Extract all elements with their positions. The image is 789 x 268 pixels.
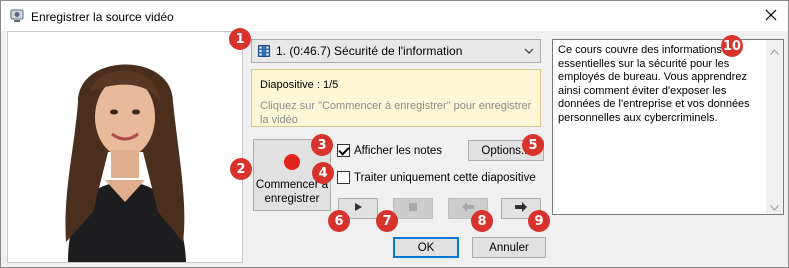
callout-badge-8: 8 xyxy=(471,210,493,232)
record-icon xyxy=(284,154,300,170)
callout-badge-6: 6 xyxy=(328,210,350,232)
callout-badge-3: 3 xyxy=(311,134,333,156)
stop-button[interactable] xyxy=(393,198,433,219)
play-icon xyxy=(353,202,363,215)
ok-button[interactable]: OK xyxy=(393,237,459,258)
webcam-icon xyxy=(9,8,25,24)
this-slide-only-check[interactable] xyxy=(337,171,350,184)
arrow-left-icon xyxy=(462,202,474,215)
show-notes-check[interactable] xyxy=(337,144,350,157)
arrow-right-icon xyxy=(515,202,527,215)
record-video-dialog: Enregistrer la source vidéo 1. (0:46.7) … xyxy=(0,0,789,268)
this-slide-only-checkbox[interactable]: Traiter uniquement cette diapositive xyxy=(337,171,536,184)
callout-badge-5: 5 xyxy=(522,134,544,156)
close-icon xyxy=(765,9,777,24)
slide-counter: Diapositive : 1/5 xyxy=(260,79,339,91)
window-title: Enregistrer la source vidéo xyxy=(31,10,174,24)
scroll-down-icon[interactable] xyxy=(770,202,779,211)
slide-dropdown[interactable]: 1. (0:46.7) Sécurité de l'information xyxy=(251,39,541,63)
cancel-button-label: Annuler xyxy=(489,241,529,254)
notes-scrollbar[interactable] xyxy=(766,40,783,214)
film-strip-icon xyxy=(258,45,270,57)
callout-badge-10: 10 xyxy=(721,35,743,57)
callout-badge-9: 9 xyxy=(528,210,550,232)
show-notes-checkbox[interactable]: Afficher les notes xyxy=(337,144,442,157)
presenter-image xyxy=(8,32,242,262)
chevron-down-icon xyxy=(524,46,534,56)
slide-dropdown-value: 1. (0:46.7) Sécurité de l'information xyxy=(276,44,463,58)
show-notes-label: Afficher les notes xyxy=(354,144,443,157)
cancel-button[interactable]: Annuler xyxy=(472,237,546,258)
notes-textarea[interactable]: Ce cours couvre des informations essenti… xyxy=(552,39,784,215)
close-button[interactable] xyxy=(760,5,782,27)
callout-badge-4: 4 xyxy=(312,162,334,184)
record-hint: Cliquez sur "Commencer à enregistrer" po… xyxy=(260,100,532,126)
title-bar: Enregistrer la source vidéo xyxy=(1,1,788,31)
callout-badge-1: 1 xyxy=(229,28,251,50)
callout-badge-2: 2 xyxy=(230,158,252,180)
slide-info-panel: Diapositive : 1/5 Cliquez sur "Commencer… xyxy=(251,69,541,127)
stop-icon xyxy=(408,202,418,215)
callout-badge-7: 7 xyxy=(376,210,398,232)
video-preview xyxy=(7,31,243,263)
ok-button-label: OK xyxy=(417,241,435,254)
scroll-up-icon[interactable] xyxy=(770,46,779,55)
this-slide-only-label: Traiter uniquement cette diapositive xyxy=(354,171,536,184)
